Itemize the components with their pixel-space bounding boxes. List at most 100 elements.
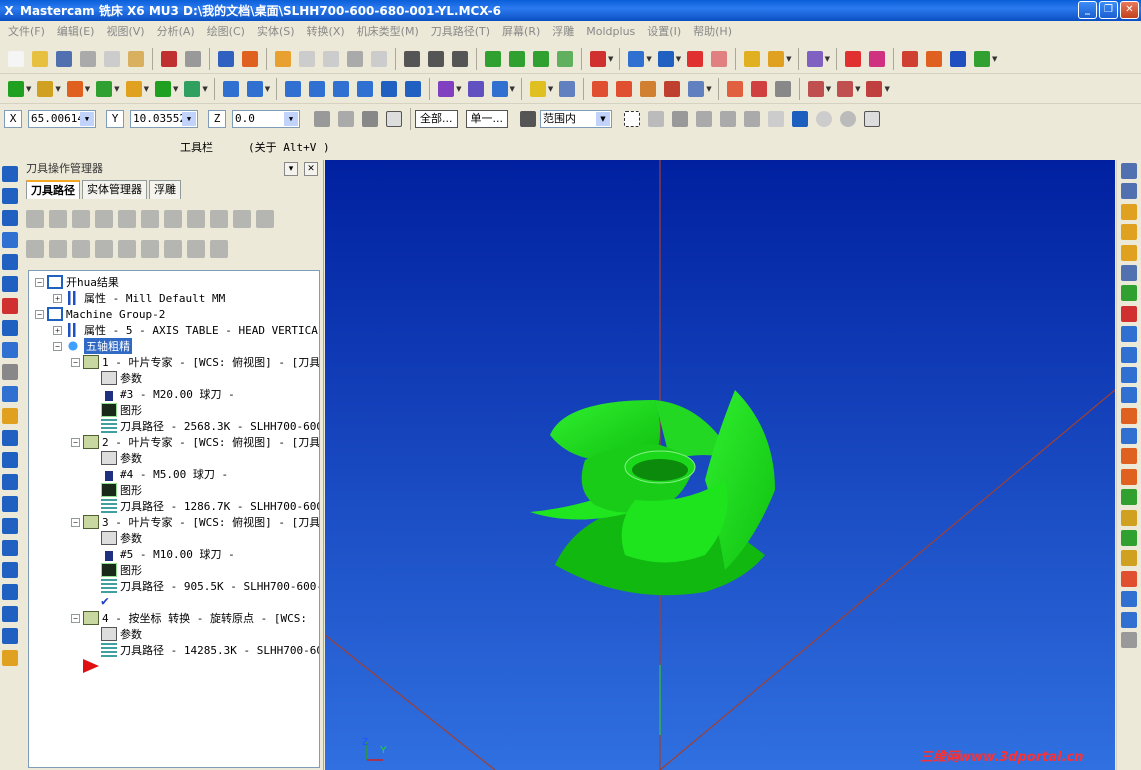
optb2-icon-3[interactable] bbox=[95, 240, 113, 258]
selection-mask-icon[interactable] bbox=[517, 108, 539, 130]
right-tool-icon-5[interactable] bbox=[1121, 264, 1137, 281]
collapse-icon[interactable]: − bbox=[71, 517, 80, 527]
menu-item-9[interactable]: 屏幕(R) bbox=[496, 23, 546, 39]
snap-settings-icon[interactable] bbox=[359, 108, 381, 130]
maximize-button[interactable]: ❐ bbox=[1099, 1, 1118, 19]
right-tool-icon-17[interactable] bbox=[1121, 509, 1137, 526]
redo-icon[interactable] bbox=[182, 48, 204, 70]
viewport-canvas[interactable]: Z Y bbox=[325, 160, 1115, 770]
right-tool-icon-6[interactable] bbox=[1121, 285, 1137, 302]
right-tool-icon-13[interactable] bbox=[1121, 428, 1137, 445]
optb1-icon-9[interactable] bbox=[233, 210, 251, 228]
right-tool-icon-14[interactable] bbox=[1121, 448, 1137, 465]
optb1-icon-10[interactable] bbox=[256, 210, 274, 228]
pan-icon[interactable] bbox=[215, 48, 237, 70]
collapse-icon[interactable]: − bbox=[35, 309, 44, 319]
left-tool-icon-1[interactable] bbox=[2, 188, 18, 204]
trim-icon[interactable] bbox=[220, 78, 242, 100]
tree-row[interactable]: #4 - M5.00 球刀 - bbox=[89, 466, 228, 482]
add-point-icon[interactable] bbox=[5, 78, 27, 100]
fillet-icon[interactable] bbox=[152, 78, 174, 100]
left-tool-icon-4[interactable] bbox=[2, 254, 18, 270]
tree-row[interactable]: 图形 bbox=[89, 482, 142, 498]
right-tool-icon-0[interactable] bbox=[1121, 163, 1137, 179]
select-single-button[interactable]: 单一... bbox=[465, 109, 508, 128]
right-tool-icon-10[interactable] bbox=[1121, 366, 1137, 383]
optb2-icon-6[interactable] bbox=[164, 240, 182, 258]
chevron-down-icon[interactable]: ▼ bbox=[884, 85, 889, 93]
verify-icon[interactable] bbox=[789, 108, 811, 130]
tree-row[interactable]: 刀具路径 - 2568.3K - SLHH700-600 bbox=[89, 418, 319, 434]
menu-item-11[interactable]: Moldplus bbox=[580, 25, 641, 38]
zoom-selected-icon[interactable] bbox=[368, 48, 390, 70]
help-icon[interactable] bbox=[861, 108, 883, 130]
tree-row[interactable]: 参数 bbox=[89, 530, 142, 546]
left-tool-icon-3[interactable] bbox=[2, 232, 18, 248]
chevron-down-icon[interactable]: ▼ bbox=[114, 85, 119, 93]
right-tool-icon-20[interactable] bbox=[1121, 570, 1137, 587]
grid-icon[interactable] bbox=[589, 78, 611, 100]
chevron-down-icon[interactable]: ▼ bbox=[182, 111, 196, 126]
face-select-icon[interactable] bbox=[693, 108, 715, 130]
toolpath-contour-icon[interactable] bbox=[435, 78, 457, 100]
view-top-icon[interactable] bbox=[482, 48, 504, 70]
unzoom-icon[interactable] bbox=[344, 48, 366, 70]
right-tool-icon-3[interactable] bbox=[1121, 224, 1137, 241]
collapse-icon[interactable]: − bbox=[71, 437, 80, 447]
op-icon-2[interactable] bbox=[748, 78, 770, 100]
sphere-icon[interactable] bbox=[655, 48, 677, 70]
menu-item-7[interactable]: 机床类型(M) bbox=[351, 23, 425, 39]
right-tool-icon-4[interactable] bbox=[1121, 244, 1137, 261]
y-coord-input[interactable]: 10.03552 ▼ bbox=[130, 109, 198, 128]
optb2-icon-2[interactable] bbox=[72, 240, 90, 258]
chevron-down-icon[interactable]: ▼ bbox=[26, 85, 31, 93]
chevron-down-icon[interactable]: ▼ bbox=[173, 85, 178, 93]
tree-row[interactable]: 参数 bbox=[89, 450, 142, 466]
chevron-down-icon[interactable]: ▼ bbox=[826, 85, 831, 93]
right-tool-icon-15[interactable] bbox=[1121, 468, 1137, 485]
range-select[interactable]: 范围内 ▼ bbox=[540, 109, 612, 128]
view-front-icon[interactable] bbox=[506, 48, 528, 70]
toolpath-pocket-icon[interactable] bbox=[465, 78, 487, 100]
tree-row[interactable]: 图形 bbox=[89, 562, 142, 578]
minimize-button[interactable]: _ bbox=[1078, 1, 1097, 19]
xform-array-icon[interactable] bbox=[402, 78, 424, 100]
left-tool-icon-9[interactable] bbox=[2, 364, 18, 380]
chevron-down-icon[interactable]: ▼ bbox=[786, 55, 791, 63]
collapse-icon[interactable]: − bbox=[71, 613, 80, 623]
tree-row[interactable]: 刀具路径 - 905.5K - SLHH700-600- bbox=[89, 578, 319, 594]
chevron-down-icon[interactable]: ▼ bbox=[608, 55, 613, 63]
chevron-down-icon[interactable]: ▼ bbox=[284, 111, 298, 126]
optb1-icon-5[interactable] bbox=[141, 210, 159, 228]
tree-row[interactable]: 参数 bbox=[89, 370, 142, 386]
export-icon[interactable] bbox=[971, 48, 993, 70]
tab-solids-manager[interactable]: 实体管理器 bbox=[82, 180, 147, 199]
chain-icon[interactable] bbox=[866, 48, 888, 70]
menu-item-3[interactable]: 分析(A) bbox=[151, 23, 201, 39]
menu-item-10[interactable]: 浮雕 bbox=[546, 23, 580, 39]
tree-row[interactable]: − 开hua结果 bbox=[35, 274, 119, 290]
optb1-icon-1[interactable] bbox=[49, 210, 67, 228]
panel-pin-button[interactable]: ▾ bbox=[284, 162, 298, 176]
menu-item-13[interactable]: 帮助(H) bbox=[687, 23, 738, 39]
left-tool-icon-17[interactable] bbox=[2, 540, 18, 556]
left-tool-icon-21[interactable] bbox=[2, 628, 18, 644]
menu-item-2[interactable]: 视图(V) bbox=[100, 23, 150, 39]
menu-item-12[interactable]: 设置(I) bbox=[641, 23, 687, 39]
arc-icon[interactable] bbox=[123, 78, 145, 100]
zoom-window-icon[interactable] bbox=[272, 48, 294, 70]
repaint-icon[interactable] bbox=[449, 48, 471, 70]
left-tool-icon-19[interactable] bbox=[2, 584, 18, 600]
sketch-icon[interactable] bbox=[335, 108, 357, 130]
post-icon[interactable] bbox=[863, 78, 885, 100]
tree-row[interactable]: − 1 - 叶片专家 - [WCS: 俯视图] - [刀具 bbox=[71, 354, 319, 370]
shade-icon[interactable] bbox=[425, 48, 447, 70]
menu-item-6[interactable]: 转换(X) bbox=[301, 23, 351, 39]
optb1-icon-0[interactable] bbox=[26, 210, 44, 228]
fast-point-icon[interactable] bbox=[311, 108, 333, 130]
xform-mirror-icon[interactable] bbox=[330, 78, 352, 100]
chevron-down-icon[interactable]: ▼ bbox=[825, 55, 830, 63]
multi-pencil-icon[interactable] bbox=[765, 48, 787, 70]
left-tool-icon-14[interactable] bbox=[2, 474, 18, 490]
tree-row[interactable]: 图形 bbox=[89, 402, 142, 418]
